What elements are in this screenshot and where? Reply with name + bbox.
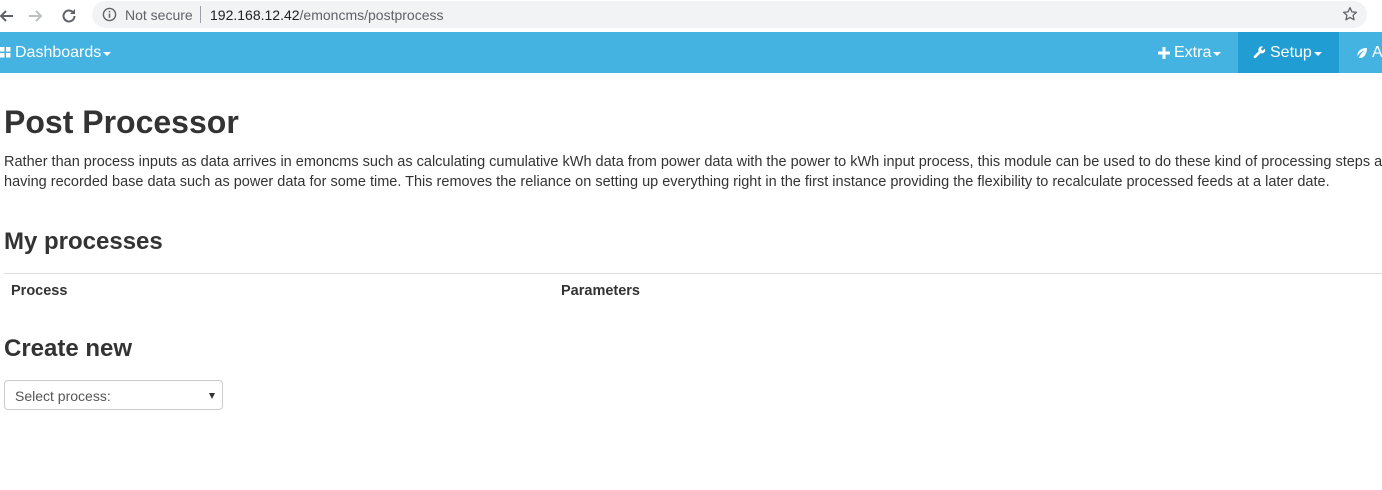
process-select-value: Select process: [15, 388, 111, 404]
my-processes-heading: My processes [4, 228, 163, 255]
caret-down-icon [1213, 51, 1222, 56]
leaf-icon [1357, 47, 1367, 58]
reload-icon[interactable] [57, 4, 81, 28]
nav-setup-menu[interactable]: Setup [1238, 32, 1339, 73]
url-path: /emoncms/postprocess [299, 7, 444, 23]
column-header-parameters: Parameters [561, 283, 640, 299]
nav-extra-label: Extra [1174, 43, 1212, 61]
url-host: 192.168.12.42 [210, 7, 300, 23]
back-arrow-icon[interactable] [0, 4, 18, 28]
process-select[interactable]: Select process: [4, 380, 223, 410]
page-title: Post Processor [4, 104, 239, 140]
dropdown-arrow-icon [209, 393, 215, 399]
app-navbar: Dashboards Extra Setup A [0, 32, 1382, 73]
caret-down-icon [103, 51, 112, 56]
info-icon[interactable] [102, 7, 117, 27]
address-bar[interactable]: Not secure 192.168.12.42/emoncms/postpro… [92, 1, 1367, 28]
table-top-border [4, 273, 1382, 274]
url-separator [200, 6, 201, 23]
security-label[interactable]: Not secure [125, 7, 193, 23]
grid-icon [0, 47, 11, 58]
url-text[interactable]: 192.168.12.42/emoncms/postprocess [210, 7, 443, 23]
nav-extra-menu[interactable]: Extra [1158, 32, 1222, 73]
column-header-process: Process [11, 283, 68, 299]
create-new-heading: Create new [4, 335, 133, 362]
forward-arrow-icon[interactable] [24, 4, 48, 28]
star-icon[interactable] [1341, 5, 1359, 28]
nav-dashboards-label: Dashboards [15, 43, 102, 61]
nav-setup-label: Setup [1270, 43, 1312, 61]
nav-account-menu[interactable]: A [1356, 32, 1382, 73]
plus-icon [1158, 46, 1170, 59]
wrench-icon [1253, 46, 1266, 59]
intro-paragraph: Rather than process inputs as data arriv… [4, 154, 1382, 190]
browser-toolbar: Not secure 192.168.12.42/emoncms/postpro… [0, 0, 1382, 32]
caret-down-icon [1313, 51, 1322, 56]
nav-account-label: A [1372, 43, 1382, 61]
nav-dashboards-menu[interactable]: Dashboards [0, 32, 112, 73]
